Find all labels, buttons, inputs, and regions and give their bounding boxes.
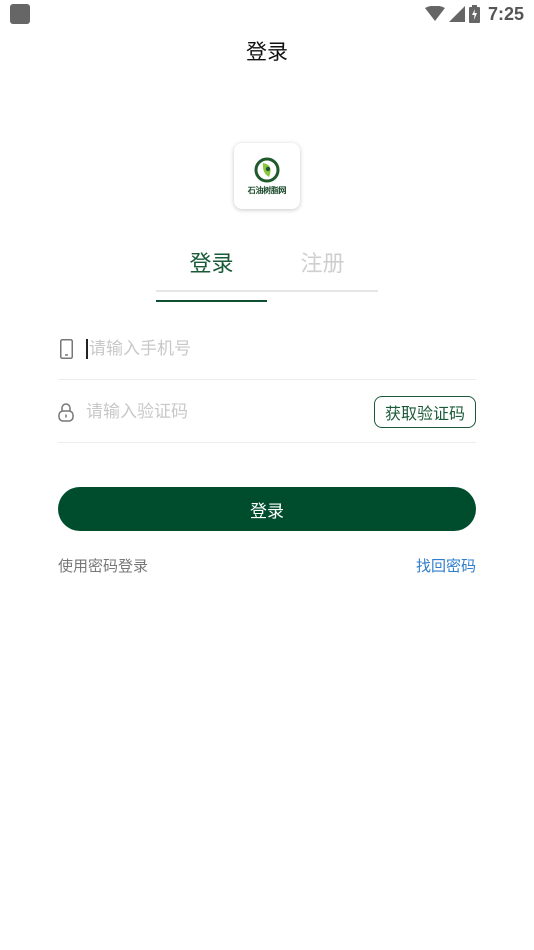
app-notification-icon [10, 4, 30, 24]
code-input[interactable] [86, 401, 374, 422]
logo-text: 石油树脂网 [247, 185, 287, 195]
phone-field [58, 318, 476, 380]
status-icons: 7:25 [424, 2, 524, 26]
status-bar: 7:25 [0, 0, 534, 28]
page-title: 登录 [246, 40, 288, 64]
logo-mark-icon [254, 157, 280, 182]
app-bar: 登录 [0, 28, 534, 76]
tab-login[interactable]: 登录 [156, 248, 267, 302]
lock-icon [58, 402, 74, 422]
battery-charging-icon [468, 5, 480, 23]
code-field: 获取验证码 [58, 381, 476, 443]
login-button[interactable]: 登录 [58, 487, 476, 531]
status-time: 7:25 [487, 3, 524, 24]
password-login-link[interactable]: 使用密码登录 [58, 555, 148, 576]
tab-register[interactable]: 注册 [267, 248, 378, 292]
phone-icon [58, 338, 74, 359]
get-code-button[interactable]: 获取验证码 [373, 395, 476, 428]
app-logo: 石油树脂网 [234, 143, 300, 209]
login-register-tabs: 登录 注册 [156, 248, 378, 302]
find-password-link[interactable]: 找回密码 [416, 555, 476, 576]
wifi-icon [424, 6, 445, 21]
phone-input[interactable] [86, 338, 476, 359]
signal-icon [448, 6, 465, 22]
